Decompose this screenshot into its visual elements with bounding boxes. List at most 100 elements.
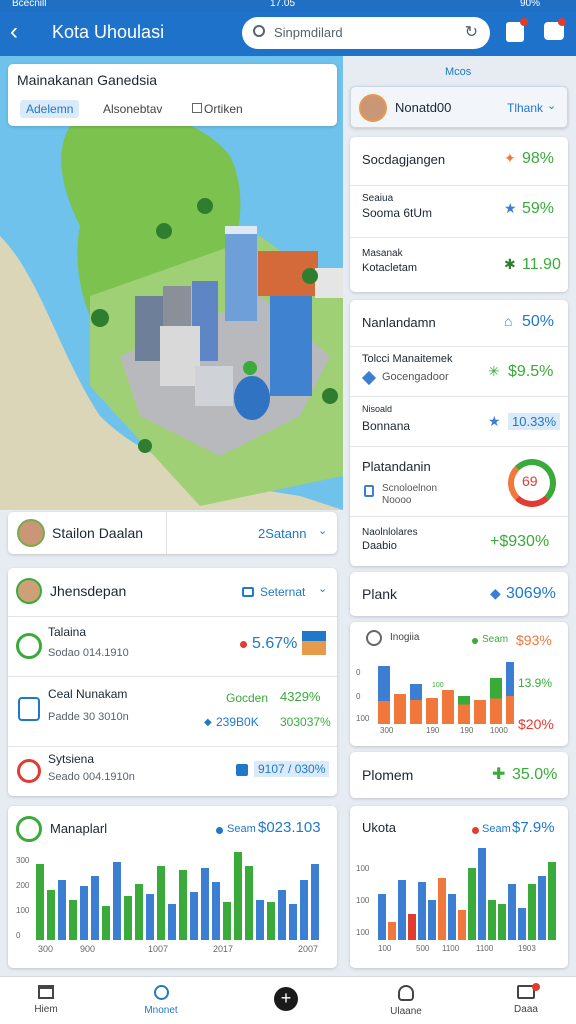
app-header: ‹ Kota Uhoulasi Sinpmdilard ↻ — [0, 12, 576, 56]
user-link[interactable]: Tlhank — [507, 101, 543, 115]
legend-label: Seam — [227, 823, 256, 835]
stat-label: Nisoald — [362, 404, 393, 414]
stat-row[interactable]: Seaiua Sooma 6tUm ★ 59% — [350, 185, 568, 237]
refresh-icon[interactable]: ↻ — [465, 22, 478, 42]
value-2: 13.9% — [518, 676, 553, 690]
nav-label: Daaa — [514, 1004, 538, 1015]
bar — [69, 900, 77, 940]
add-button[interactable]: + — [274, 987, 298, 1011]
bar — [528, 884, 536, 940]
dropdown-label[interactable]: Seternat — [260, 585, 305, 599]
y-tick: 100 — [16, 906, 30, 915]
chevron-down-icon[interactable]: ⌄ — [547, 99, 556, 112]
bar — [378, 894, 386, 940]
stat-row[interactable]: Socdagjangen ✦ 98% — [350, 137, 568, 185]
x-tick: 900 — [80, 944, 96, 954]
tab-ortiken[interactable]: Ortiken — [204, 102, 243, 116]
chevron-down-icon[interactable]: ⌄ — [318, 524, 327, 537]
chart-value: $023.103 — [258, 819, 321, 836]
bar — [468, 868, 476, 940]
user-card[interactable]: Nonatd00 Tlhank ⌄ — [350, 86, 568, 128]
battery: 90% — [520, 0, 541, 9]
globe-icon — [17, 759, 41, 783]
station-card[interactable]: Stailon Daalan 2Satann ⌄ — [8, 512, 337, 554]
badge-dot-icon — [532, 983, 540, 991]
nav-item-search[interactable]: Mnonet — [132, 981, 190, 1021]
y-tick: 300 — [16, 856, 30, 865]
stat-row[interactable]: Nanlandamn ⌂ 50% — [350, 300, 568, 346]
item-title: Sytsiena — [48, 752, 95, 766]
stat-row[interactable]: Nisoald Bonnana ★ 10.33% — [350, 396, 568, 446]
stat-value: 11.90 — [522, 256, 561, 273]
nav-item-profile[interactable]: Ulaane — [378, 981, 434, 1021]
stat-row[interactable]: Tolcci Manaitemek Gocengadoor ✳ $9.5% — [350, 346, 568, 396]
nav-item-data[interactable]: Daaa — [500, 981, 552, 1021]
leaf-icon: ✦ — [504, 150, 516, 166]
bar — [102, 906, 110, 940]
bar — [190, 892, 198, 940]
item-title: Ceal Nunakam — [48, 687, 128, 701]
stat-value: 98% — [522, 150, 555, 167]
bar — [448, 894, 456, 940]
stat-label-2: Kotacletam — [362, 262, 418, 274]
x-tick: 1007 — [148, 944, 169, 954]
x-tick: 2017 — [213, 944, 234, 954]
chevron-down-icon[interactable]: ⌄ — [318, 582, 327, 595]
bar — [410, 684, 422, 724]
value-3: $20% — [518, 716, 554, 732]
bar — [245, 866, 253, 940]
dropdown-icon — [242, 587, 254, 597]
search-icon — [253, 25, 265, 37]
tree-icon: ✱ — [504, 256, 516, 272]
bar-chart-card-2: Ukota Seam $7.9% 100 100 100 100 500 110… — [350, 806, 568, 968]
list-item[interactable]: Ceal Nunakam Padde 30 3010n Gocden 4329%… — [8, 676, 337, 746]
stat-label-2: Bonnana — [362, 419, 411, 433]
stat-label-2: Daabio — [362, 540, 397, 552]
list-item[interactable]: Talaina Sodao 014.1910 5.67% — [8, 616, 337, 676]
x-tick: 1903 — [518, 944, 536, 953]
bar — [124, 896, 132, 940]
station-link[interactable]: 2Satann — [258, 526, 306, 541]
stat-row[interactable]: Naolnlolares Daabio +$930% — [350, 516, 568, 566]
stat-value: 50% — [522, 313, 555, 330]
stat-label: Tolcci Manaitemek — [362, 353, 453, 365]
list-item[interactable]: Sytsiena Seado 004.1910n 9107 / 030% — [8, 746, 337, 796]
search-input[interactable]: Sinpmdilard — [274, 25, 343, 40]
mini-chart-card: Inogiia Seam $93% 13.9% $20% 100 0 0 100… — [350, 622, 568, 746]
plomem-card[interactable]: Plomem ✚ 35.0% — [350, 752, 568, 798]
y-tick: 100 — [356, 864, 370, 873]
x-tick: 190 — [460, 726, 474, 735]
checkbox-icon[interactable] — [192, 103, 202, 113]
bar — [508, 884, 516, 940]
stat-row[interactable]: Masanak Kotacletam ✱ 11.90 — [350, 237, 568, 292]
tag-icon — [361, 370, 377, 386]
tab-adelemn[interactable]: Adelemn — [20, 100, 80, 118]
item-sub: Padde 30 3010n — [48, 711, 129, 723]
bars — [36, 846, 326, 940]
bar — [458, 910, 466, 940]
chart-title: Manaplarl — [50, 821, 108, 836]
star-icon: ★ — [488, 413, 501, 429]
value-1: $93% — [516, 632, 552, 648]
y-tick: 100 — [356, 714, 370, 723]
plank-card[interactable]: Plank ◆ 3069% — [350, 572, 568, 616]
bar — [488, 900, 496, 940]
stat-value: 59% — [522, 200, 555, 217]
tab-alsonebtav[interactable]: Alsonebtav — [103, 102, 162, 116]
x-tick: 1100 — [476, 944, 494, 953]
legend-dot-icon — [472, 638, 478, 644]
chat-dot-icon — [558, 18, 566, 26]
page-title: Kota Uhoulasi — [52, 22, 165, 42]
search-bar[interactable]: Sinpmdilard ↻ — [242, 17, 490, 49]
stat-row[interactable]: Platandanin Scnoloelnon Noooo 69 — [350, 446, 568, 516]
bar — [256, 900, 264, 940]
bar — [201, 868, 209, 940]
back-icon[interactable]: ‹ — [10, 18, 18, 46]
info-card: Jhensdepan Seternat ⌄ Talaina Sodao 014.… — [8, 568, 337, 796]
bar — [168, 904, 176, 940]
home-icon: ⌂ — [504, 313, 513, 329]
stat-value: $9.5% — [508, 363, 554, 380]
y-tick: 200 — [16, 881, 30, 890]
stat-label: Platandanin — [362, 459, 431, 474]
nav-item-home[interactable]: Hiem — [20, 981, 72, 1021]
